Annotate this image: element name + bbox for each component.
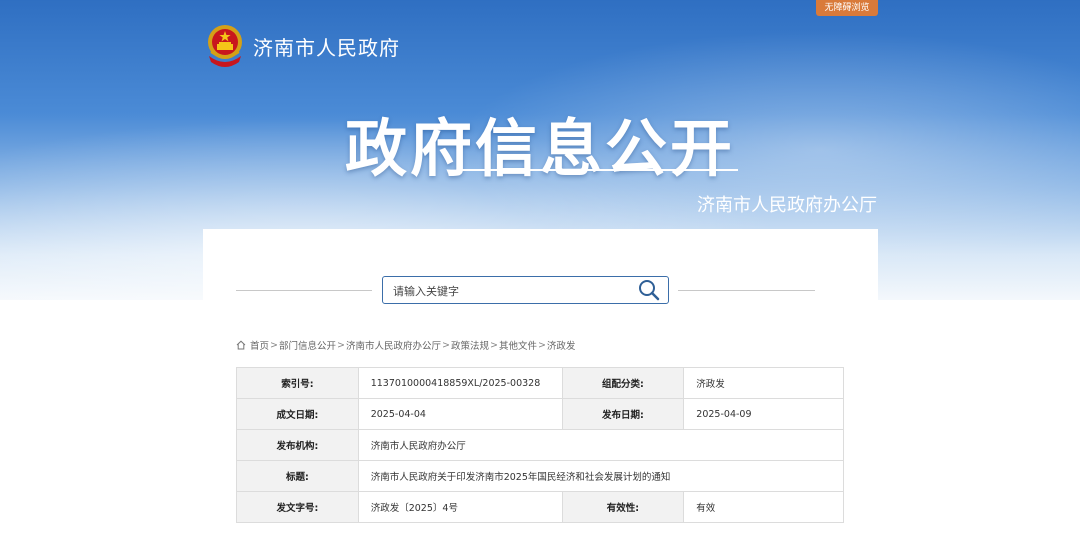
index-no-label: 索引号: [236, 367, 359, 399]
breadcrumb-other-docs[interactable]: 其他文件 [499, 338, 537, 352]
breadcrumb-office[interactable]: 济南市人民政府办公厅 [346, 338, 441, 352]
breadcrumb: 首页 > 部门信息公开 > 济南市人民政府办公厅 > 政策法规 > 其他文件 >… [236, 338, 575, 352]
document-info-table: 索引号: 1137010000418859XL/2025-00328 组配分类:… [236, 367, 845, 523]
breadcrumb-separator: > [337, 339, 345, 351]
table-row: 发文字号: 济政发〔2025〕4号 有效性: 有效 [236, 491, 844, 523]
search-divider-left [236, 290, 372, 291]
doc-no-value: 济政发〔2025〕4号 [357, 491, 563, 523]
table-row: 发布机构: 济南市人民政府办公厅 [236, 429, 845, 461]
department-name: 济南市人民政府办公厅 [697, 195, 877, 216]
title-value: 济南市人民政府关于印发济南市2025年国民经济和社会发展计划的通知 [357, 460, 845, 492]
issuer-value: 济南市人民政府办公厅 [357, 429, 845, 461]
category-value: 济政发 [683, 367, 844, 399]
index-no-value: 1137010000418859XL/2025-00328 [357, 367, 563, 399]
breadcrumb-home[interactable]: 首页 [250, 338, 269, 352]
search-input[interactable] [391, 281, 625, 301]
headline-underline [462, 169, 738, 171]
breadcrumb-separator: > [270, 339, 278, 351]
breadcrumb-separator: > [441, 339, 450, 351]
home-icon [236, 340, 246, 350]
doc-no-label: 发文字号: [236, 491, 359, 523]
breadcrumb-current[interactable]: 济政发 [547, 338, 576, 352]
national-emblem-icon [208, 25, 242, 67]
issuer-label: 发布机构: [236, 429, 359, 461]
breadcrumb-policy[interactable]: 政策法规 [451, 338, 489, 352]
publish-date-label: 发布日期: [561, 398, 685, 430]
breadcrumb-dept-info[interactable]: 部门信息公开 [279, 338, 336, 352]
validity-label: 有效性: [561, 491, 685, 523]
table-row: 索引号: 1137010000418859XL/2025-00328 组配分类:… [236, 367, 844, 399]
accessibility-button[interactable]: 无障碍浏览 [816, 0, 878, 16]
site-title[interactable]: 济南市人民政府 [253, 32, 400, 61]
search-box [382, 276, 669, 304]
category-label: 组配分类: [561, 367, 685, 399]
table-row: 成文日期: 2025-04-04 发布日期: 2025-04-09 [236, 398, 844, 430]
breadcrumb-separator: > [489, 339, 498, 351]
validity-value: 有效 [683, 491, 844, 523]
search-icon[interactable] [637, 279, 661, 301]
breadcrumb-separator: > [537, 339, 546, 351]
table-row: 标题: 济南市人民政府关于印发济南市2025年国民经济和社会发展计划的通知 [236, 460, 845, 492]
publish-date-value: 2025-04-09 [683, 398, 844, 430]
title-label: 标题: [236, 460, 359, 492]
written-date-value: 2025-04-04 [357, 398, 563, 430]
page-headline: 政府信息公开 [344, 112, 735, 185]
written-date-label: 成文日期: [236, 398, 359, 430]
search-divider-right [678, 290, 815, 291]
